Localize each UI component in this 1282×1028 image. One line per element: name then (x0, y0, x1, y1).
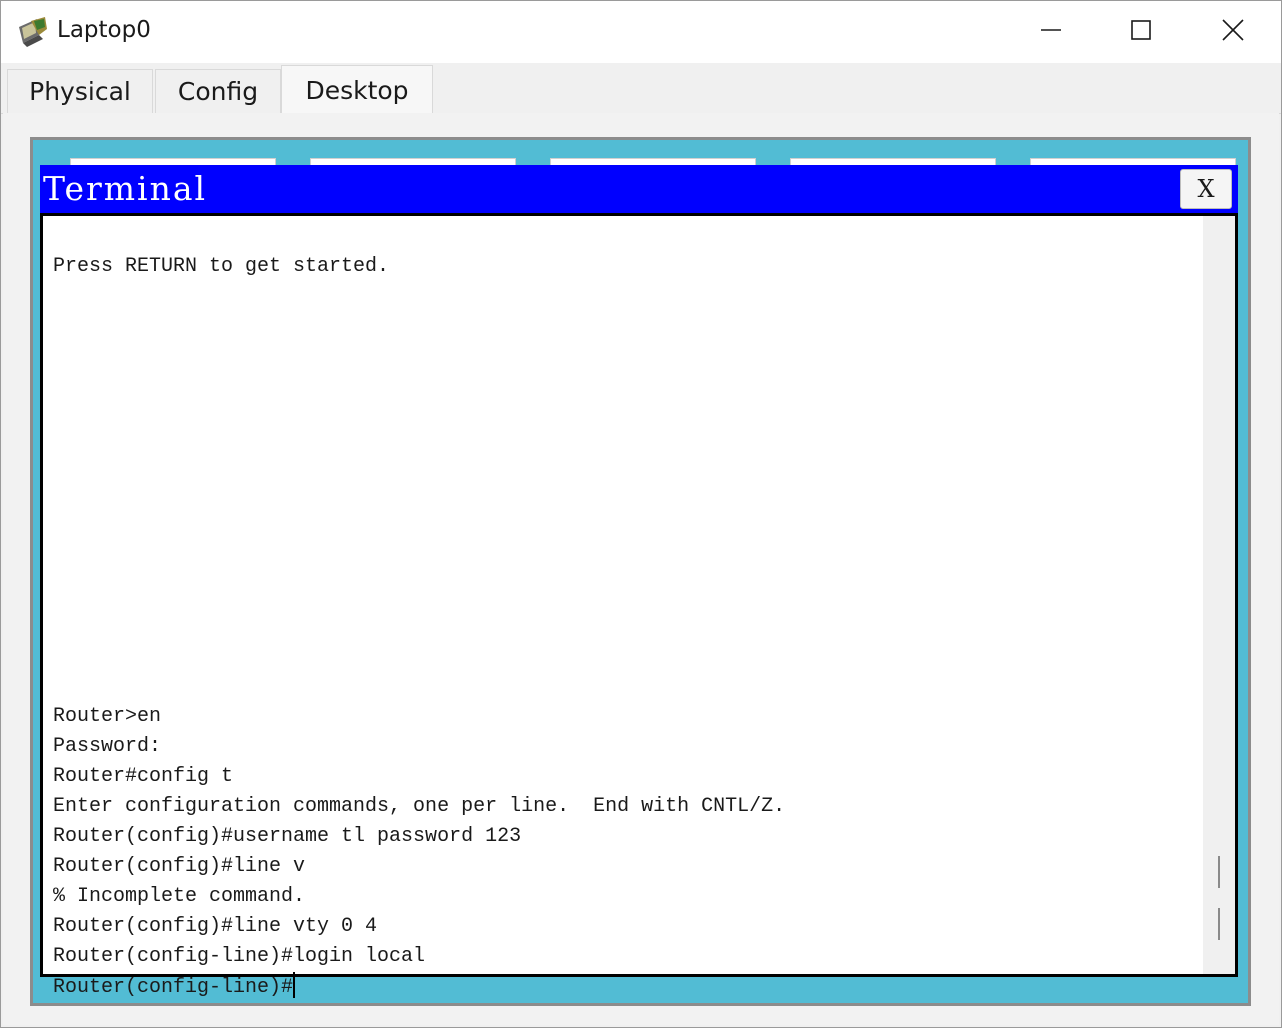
scroll-thumb[interactable] (1218, 908, 1220, 940)
terminal-close-button[interactable]: X (1180, 169, 1232, 209)
terminal-title: Terminal (43, 169, 208, 208)
desktop-area: Terminal X Press RETURN to get started. … (30, 137, 1251, 1006)
maximize-icon (1130, 19, 1152, 45)
terminal-line: Password: (53, 735, 162, 758)
tab-bar: Physical Config Desktop (1, 63, 1281, 114)
maximize-button[interactable] (1095, 1, 1187, 63)
desktop-panel: Terminal X Press RETURN to get started. … (3, 113, 1279, 1025)
minimize-icon (1040, 19, 1062, 45)
terminal-console[interactable]: Press RETURN to get started. Router>en P… (40, 213, 1238, 999)
close-button[interactable] (1187, 1, 1279, 63)
close-icon (1221, 18, 1245, 46)
scroll-arrow-up-icon (1218, 856, 1220, 888)
terminal-output: Press RETURN to get started. Router>en P… (53, 252, 785, 1003)
terminal-scrollbar[interactable] (1203, 216, 1235, 974)
text-cursor (293, 972, 296, 998)
terminal-line: Router(config)#username tl password 123 (53, 825, 522, 848)
terminal-line: % Incomplete command. (53, 885, 306, 908)
terminal-line: Router(config-line)#login local (53, 945, 426, 968)
tab-config[interactable]: Config (155, 69, 281, 113)
terminal-line: Enter configuration commands, one per li… (53, 795, 786, 818)
terminal-line: Router(config)#line v (53, 855, 306, 878)
tab-physical[interactable]: Physical (7, 69, 153, 113)
window-title: Laptop0 (57, 17, 151, 43)
terminal-line: Router(config-line)# (53, 976, 294, 999)
app-window: Laptop0 Physical Config Desktop Terminal… (0, 0, 1282, 1028)
terminal-lines: Press RETURN to get started. Router>en P… (53, 255, 785, 999)
minimize-button[interactable] (1005, 1, 1097, 63)
terminal-line: Router>en (53, 705, 162, 728)
terminal-header: Terminal X (40, 165, 1238, 214)
laptop-icon (17, 15, 51, 49)
terminal-line: Router(config)#line vty 0 4 (53, 915, 378, 938)
terminal-line: Router#config t (53, 765, 234, 788)
terminal-line: Press RETURN to get started. (53, 255, 390, 278)
title-bar: Laptop0 (1, 1, 1281, 63)
tab-desktop[interactable]: Desktop (281, 65, 433, 114)
